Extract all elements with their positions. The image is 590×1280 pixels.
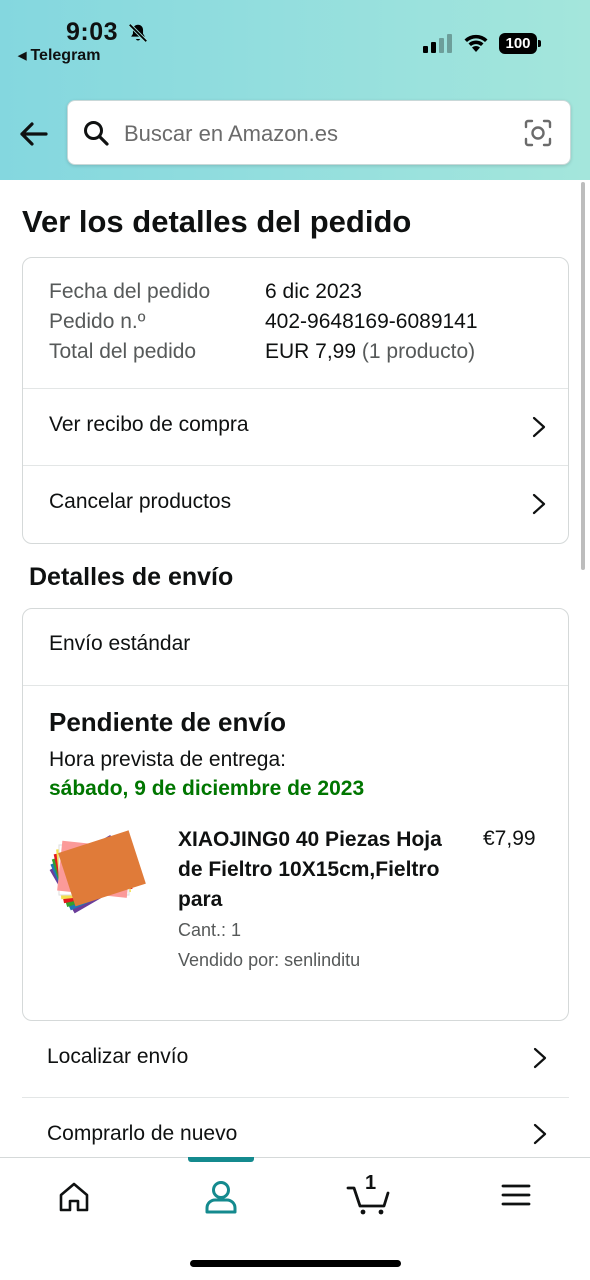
battery-tip <box>538 40 541 47</box>
chevron-right-icon <box>533 1047 547 1069</box>
search-icon <box>84 121 109 146</box>
delivery-eta-date: sábado, 9 de diciembre de 2023 <box>49 777 365 800</box>
chevron-right-icon <box>532 493 546 515</box>
battery-icon: 100 <box>499 33 541 54</box>
order-total-value: EUR 7,99 (1 producto) <box>265 340 475 364</box>
bottom-navigation: 1 <box>0 1157 590 1280</box>
status-time: 9:03 <box>66 18 119 46</box>
product-price: €7,99 <box>483 827 536 850</box>
order-total-count: (1 producto) <box>361 340 476 363</box>
chevron-right-icon <box>532 416 546 438</box>
back-arrow-icon[interactable] <box>16 116 52 152</box>
order-number-label: Pedido n.º <box>49 310 146 333</box>
account-icon[interactable] <box>191 1176 251 1216</box>
home-indicator-bar[interactable] <box>190 1260 401 1267</box>
shipment-status: Pendiente de envío <box>49 707 286 737</box>
order-date-label: Fecha del pedido <box>49 280 211 303</box>
order-number-value: 402-9648169-6089141 <box>265 310 478 333</box>
order-total-amount: EUR 7,99 <box>265 340 357 363</box>
product-quantity: Cant.: 1 <box>178 920 242 940</box>
battery-level: 100 <box>499 33 537 54</box>
header: 9:03 ◀ Telegram 100 Buscar en Amazon.es <box>0 0 590 180</box>
cancel-items-label: Cancelar productos <box>49 490 232 513</box>
home-icon[interactable] <box>44 1176 104 1216</box>
track-package-label: Localizar envío <box>47 1045 189 1068</box>
cellular-signal-icon <box>423 34 452 53</box>
delivery-eta-label: Hora prevista de entrega: <box>49 748 286 771</box>
page-title: Ver los detalles del pedido <box>22 204 412 239</box>
shipping-method: Envío estándar <box>49 632 191 655</box>
menu-icon[interactable] <box>486 1176 546 1216</box>
cart-count-badge: 1 <box>365 1172 377 1194</box>
receipt-link-label: Ver recibo de compra <box>49 413 249 436</box>
active-tab-indicator <box>188 1157 254 1162</box>
scrollbar[interactable] <box>581 182 585 570</box>
divider <box>23 685 568 686</box>
back-triangle-icon: ◀ <box>18 50 27 62</box>
cancel-items-link[interactable]: Cancelar productos <box>23 466 568 542</box>
chevron-right-icon <box>533 1123 547 1145</box>
product-seller: Vendido por: senlinditu <box>178 950 361 970</box>
bell-slash-icon <box>128 23 148 43</box>
order-summary-card: Fecha del pedido 6 dic 2023 Pedido n.º 4… <box>22 257 569 544</box>
track-package-link[interactable]: Localizar envío <box>22 1022 569 1098</box>
order-date-value: 6 dic 2023 <box>265 280 362 303</box>
product-title-link[interactable]: XIAOJING0 40 Piezas Hoja de Fieltro 10X1… <box>178 825 468 915</box>
order-total-label: Total del pedido <box>49 340 197 363</box>
wifi-icon <box>464 34 488 52</box>
search-input[interactable]: Buscar en Amazon.es <box>67 100 571 165</box>
shipping-section-title: Detalles de envío <box>29 563 234 591</box>
back-to-telegram[interactable]: ◀ Telegram <box>18 47 100 65</box>
shipment-card: Envío estándar Pendiente de envío Hora p… <box>22 608 569 1021</box>
back-app-label: Telegram <box>30 47 101 64</box>
product-image[interactable] <box>49 825 155 925</box>
search-placeholder: Buscar en Amazon.es <box>124 121 339 146</box>
buy-again-label: Comprarlo de nuevo <box>47 1122 238 1145</box>
camera-scan-icon[interactable] <box>523 118 553 148</box>
cart-button[interactable]: 1 <box>340 1172 400 1216</box>
receipt-link[interactable]: Ver recibo de compra <box>23 389 568 465</box>
